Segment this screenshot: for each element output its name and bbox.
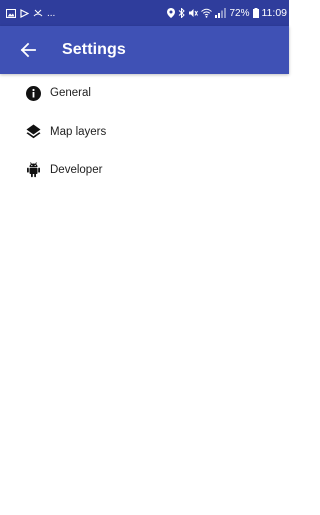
mute-icon — [188, 8, 199, 18]
battery-icon — [252, 8, 259, 18]
page-title: Settings — [62, 41, 126, 58]
overflow-text: ... — [47, 7, 56, 19]
play-notification-icon — [20, 8, 29, 18]
wifi-icon — [201, 8, 213, 18]
menu-item-map-layers[interactable]: Map layers — [0, 113, 289, 152]
status-bar-system: 72% 11:09 — [164, 7, 287, 19]
android-icon — [25, 162, 42, 179]
menu-item-general[interactable]: General — [0, 74, 289, 113]
info-icon — [25, 85, 42, 102]
menu-item-label: Developer — [50, 164, 103, 177]
clock: 11:09 — [261, 7, 288, 19]
menu-item-label: General — [50, 87, 91, 100]
back-button[interactable] — [10, 32, 46, 68]
status-bar-notifications: ... — [6, 8, 59, 19]
signal-icon — [215, 8, 227, 18]
status-bar: ... 72% 11:09 — [0, 0, 289, 26]
bluetooth-icon — [178, 8, 186, 18]
menu-item-developer[interactable]: Developer — [0, 151, 289, 190]
settings-menu: General Map layers Developer — [0, 74, 289, 190]
image-notification-icon — [6, 8, 16, 18]
battery-percent: 72% — [229, 7, 250, 19]
arrow-back-icon — [20, 42, 36, 58]
location-icon — [167, 8, 176, 18]
app-bar: Settings — [0, 26, 289, 74]
menu-item-label: Map layers — [50, 125, 107, 138]
layers-icon — [25, 123, 42, 140]
missed-call-icon — [33, 9, 43, 18]
